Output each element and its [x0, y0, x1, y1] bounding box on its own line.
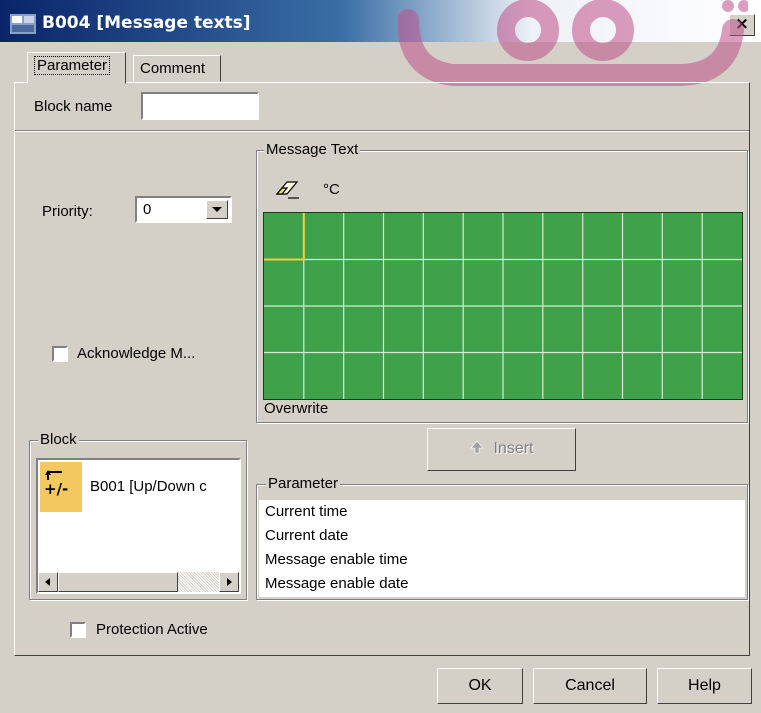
message-grid [264, 213, 742, 399]
cancel-button[interactable]: Cancel [533, 668, 647, 704]
arrow-left-icon [45, 578, 50, 586]
acknowledge-checkbox[interactable] [52, 346, 68, 362]
counter-icon-text: +/- [44, 480, 68, 498]
block-name-input[interactable] [141, 92, 259, 120]
block-icon [10, 14, 36, 34]
block-name-label: Block name [34, 98, 113, 115]
ok-button[interactable]: OK [437, 668, 523, 704]
selected-cell-cursor [264, 213, 305, 261]
window-title: B004 [Message texts] [42, 13, 251, 33]
list-item[interactable]: Current date [259, 524, 745, 548]
tab-label: Comment [140, 60, 206, 77]
up-down-counter-glyph: +/- [44, 470, 68, 498]
protection-active-label: Protection Active [96, 621, 208, 638]
block-group-title: Block [38, 431, 79, 448]
tab-parameter[interactable]: Parameter [27, 52, 126, 84]
parameter-list[interactable]: Current time Current date Message enable… [259, 500, 745, 597]
divider [15, 130, 749, 132]
up-down-counter-icon: +/- [40, 462, 82, 512]
priority-label: Priority: [42, 203, 93, 220]
parameter-group-title: Parameter [266, 475, 341, 492]
tab-comment[interactable]: Comment [133, 55, 221, 82]
help-button[interactable]: Help [657, 668, 752, 704]
chevron-down-icon [212, 207, 222, 212]
scroll-left-button[interactable] [38, 572, 58, 592]
scroll-right-button[interactable] [219, 572, 239, 592]
priority-dropdown-button[interactable] [206, 200, 228, 219]
list-item[interactable]: Message enable time [259, 548, 745, 572]
scrollbar-track[interactable] [178, 572, 219, 592]
insert-label: Insert [493, 440, 534, 457]
eraser-icon[interactable] [273, 178, 301, 202]
scrollbar-thumb[interactable] [58, 572, 178, 592]
acknowledge-label: Acknowledge M... [77, 345, 196, 362]
degree-celsius-button[interactable]: °C [323, 181, 340, 198]
priority-select[interactable]: 0 [135, 196, 232, 223]
priority-value: 0 [143, 201, 152, 218]
arrow-up-icon [470, 440, 485, 454]
eraser-glyph [275, 181, 299, 199]
block-list-item[interactable]: B001 [Up/Down c [90, 478, 240, 495]
protection-active-checkbox[interactable] [70, 622, 86, 638]
horizontal-scrollbar[interactable] [38, 572, 239, 592]
list-item[interactable]: Current time [259, 500, 745, 524]
message-text-title: Message Text [264, 141, 361, 158]
tab-label: Parameter [34, 56, 111, 75]
message-text-display[interactable] [263, 212, 743, 400]
block-list[interactable]: +/- B001 [Up/Down c [36, 458, 241, 594]
list-item[interactable]: Message enable date [259, 572, 745, 596]
arrow-right-icon [227, 578, 232, 586]
overwrite-mode-label: Overwrite [264, 400, 329, 417]
insert-button[interactable]: Insert [427, 428, 576, 471]
